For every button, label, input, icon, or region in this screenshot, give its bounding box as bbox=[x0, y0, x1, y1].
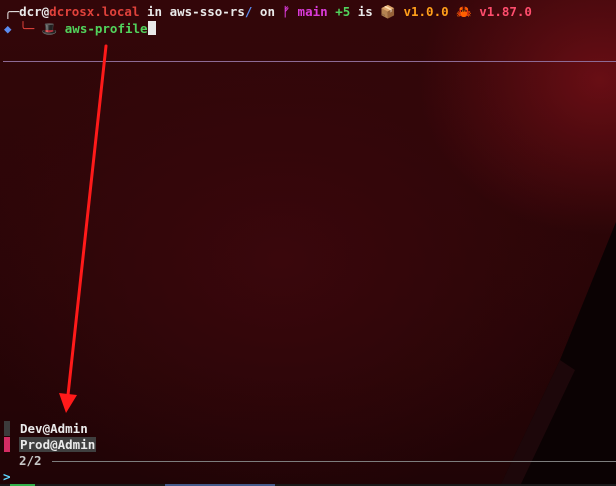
annotation-arrow bbox=[59, 44, 108, 413]
